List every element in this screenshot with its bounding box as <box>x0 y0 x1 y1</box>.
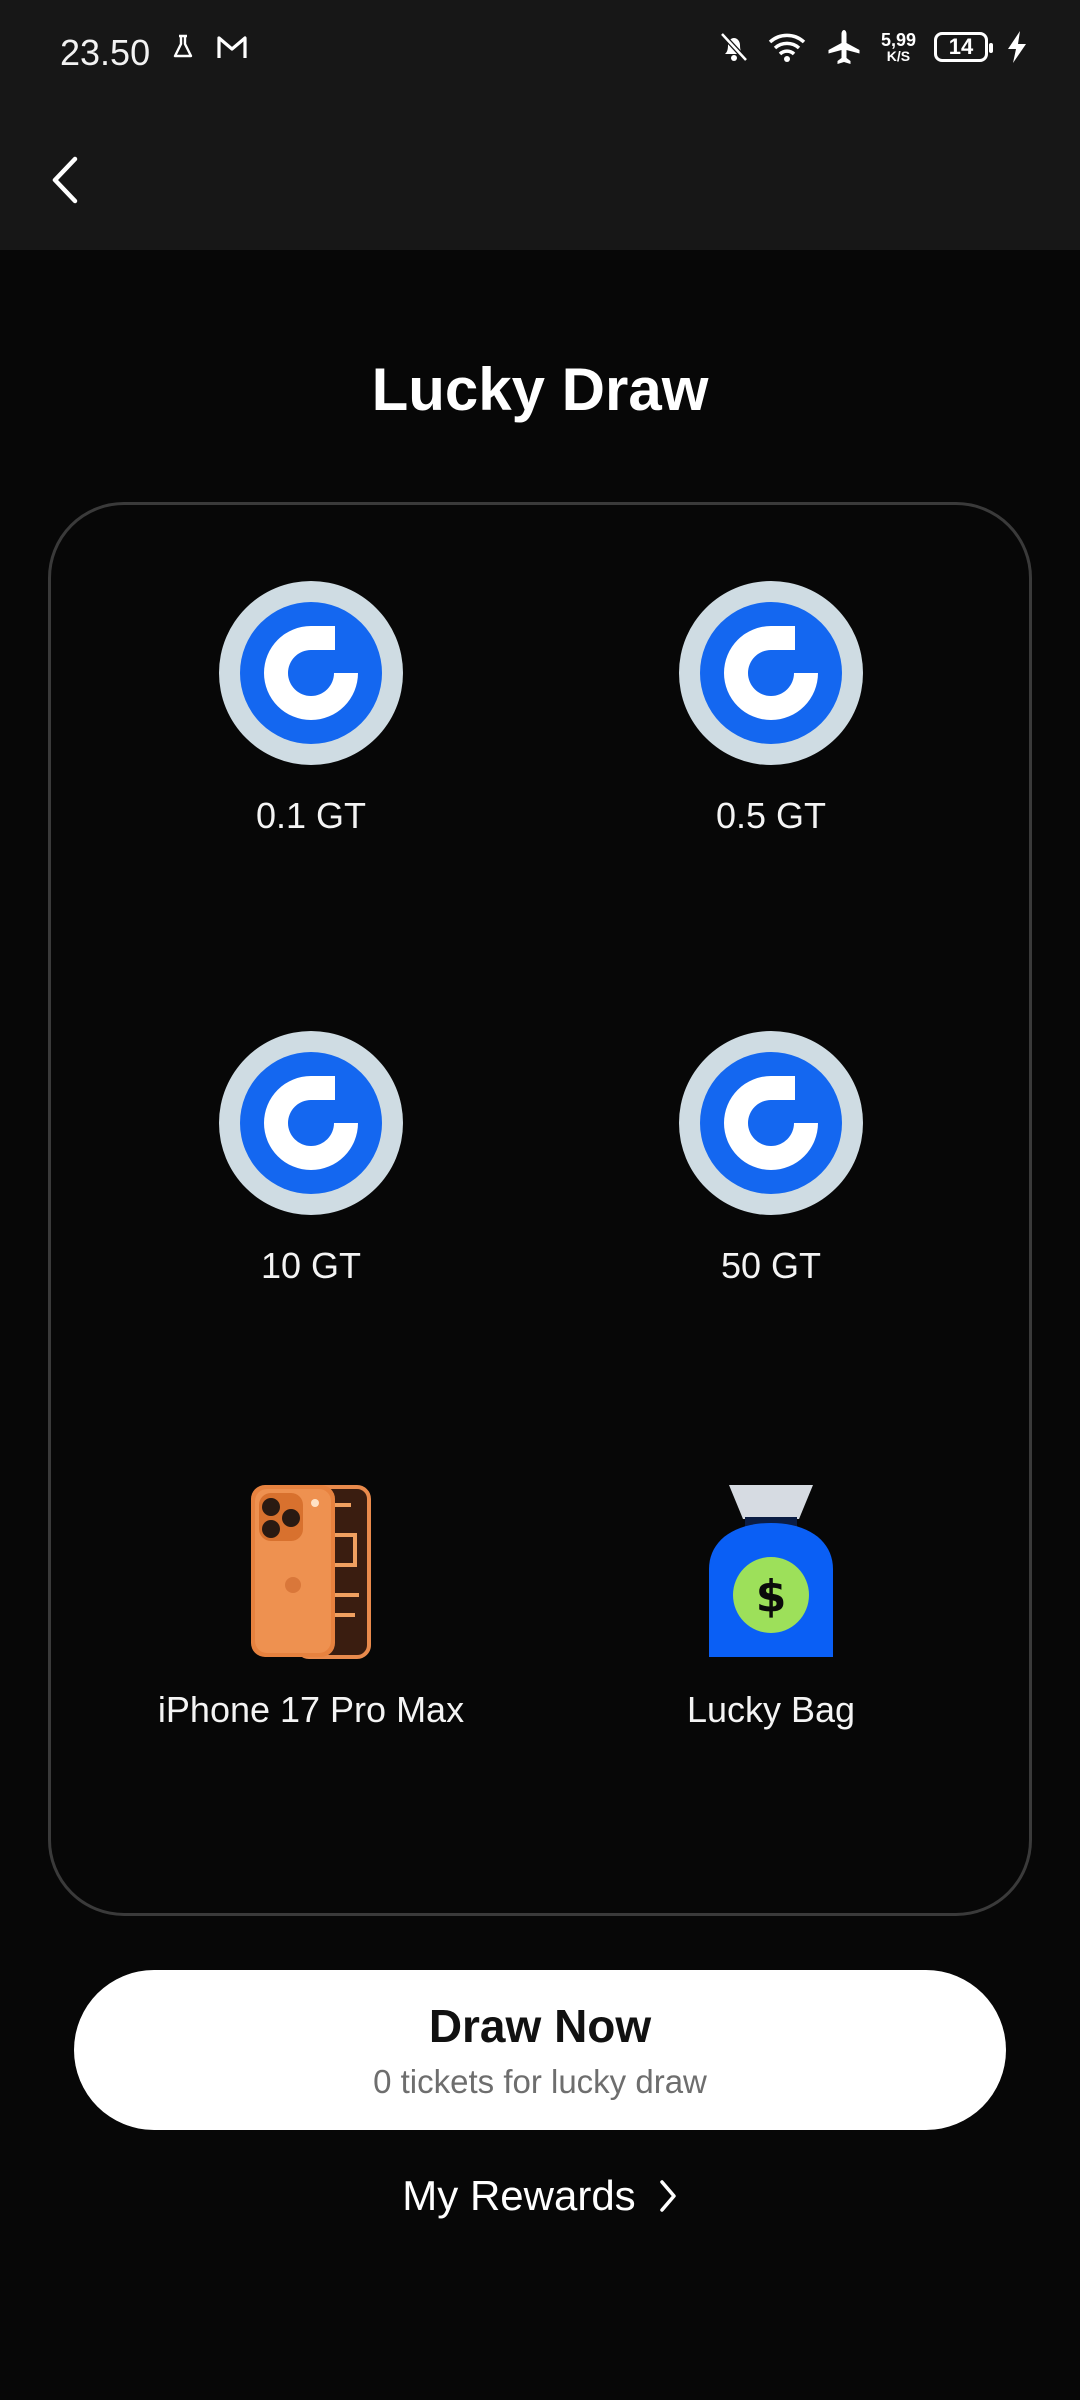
status-bar: 23.50 5,99 K/S 14 <box>0 0 1080 110</box>
svg-text:$: $ <box>756 1571 787 1622</box>
gmail-icon <box>217 36 247 58</box>
prize-label: 10 GT <box>260 1245 362 1286</box>
gt-coin-icon <box>679 581 863 765</box>
draw-now-label: Draw Now <box>428 2000 652 2052</box>
page-title: Lucky Draw <box>371 356 709 423</box>
money-bag-icon: $ <box>709 1485 833 1657</box>
prize-label: 0.5 GT <box>715 795 827 836</box>
chevron-right-icon <box>659 2180 676 2212</box>
tickets-count-text: 0 tickets for lucky draw <box>373 2063 707 2100</box>
net-speed-unit: K/S <box>886 48 911 64</box>
bell-off-icon <box>720 32 748 62</box>
my-rewards-label: My Rewards <box>402 2172 636 2219</box>
gt-coin-icon <box>219 1031 403 1215</box>
gt-coin-icon <box>679 1031 863 1215</box>
phone-icon <box>251 1485 371 1659</box>
prize-item: 10 GT <box>81 1031 541 1287</box>
charging-icon <box>1008 31 1026 63</box>
airplane-icon <box>828 30 860 64</box>
prize-item: 0.1 GT <box>81 581 541 837</box>
prize-grid-card: 0.1 GT 0.5 GT 10 GT 50 GT iPhone 17 Pro … <box>48 502 1032 1916</box>
net-speed-value: 5,99 <box>880 30 916 50</box>
prize-label: Lucky Bag <box>686 1689 856 1730</box>
my-rewards-link[interactable]: My Rewards <box>0 2160 1080 2232</box>
status-left-icons <box>172 34 248 60</box>
battery-level: 14 <box>948 34 974 59</box>
chevron-left-icon <box>52 156 78 204</box>
flask-icon <box>173 34 193 58</box>
net-speed: 5,99 K/S <box>881 31 916 63</box>
wifi-icon <box>768 33 806 62</box>
prize-item: 50 GT <box>541 1031 1001 1287</box>
back-button[interactable] <box>36 140 92 220</box>
status-time: 23.50 <box>60 32 151 73</box>
prize-label: 50 GT <box>720 1245 822 1286</box>
draw-now-button[interactable]: Draw Now 0 tickets for lucky draw <box>74 1970 1006 2130</box>
status-right-icons: 5,99 K/S 14 <box>719 28 1028 66</box>
prize-label: iPhone 17 Pro Max <box>157 1689 465 1730</box>
top-nav-bar <box>0 110 1080 250</box>
prize-item: iPhone 17 Pro Max <box>81 1475 541 1731</box>
battery-icon: 14 <box>934 32 993 62</box>
prize-label: 0.1 GT <box>255 795 367 836</box>
prize-item: 0.5 GT <box>541 581 1001 837</box>
gt-coin-icon <box>219 581 403 765</box>
prize-item: $ Lucky Bag <box>541 1475 1001 1731</box>
